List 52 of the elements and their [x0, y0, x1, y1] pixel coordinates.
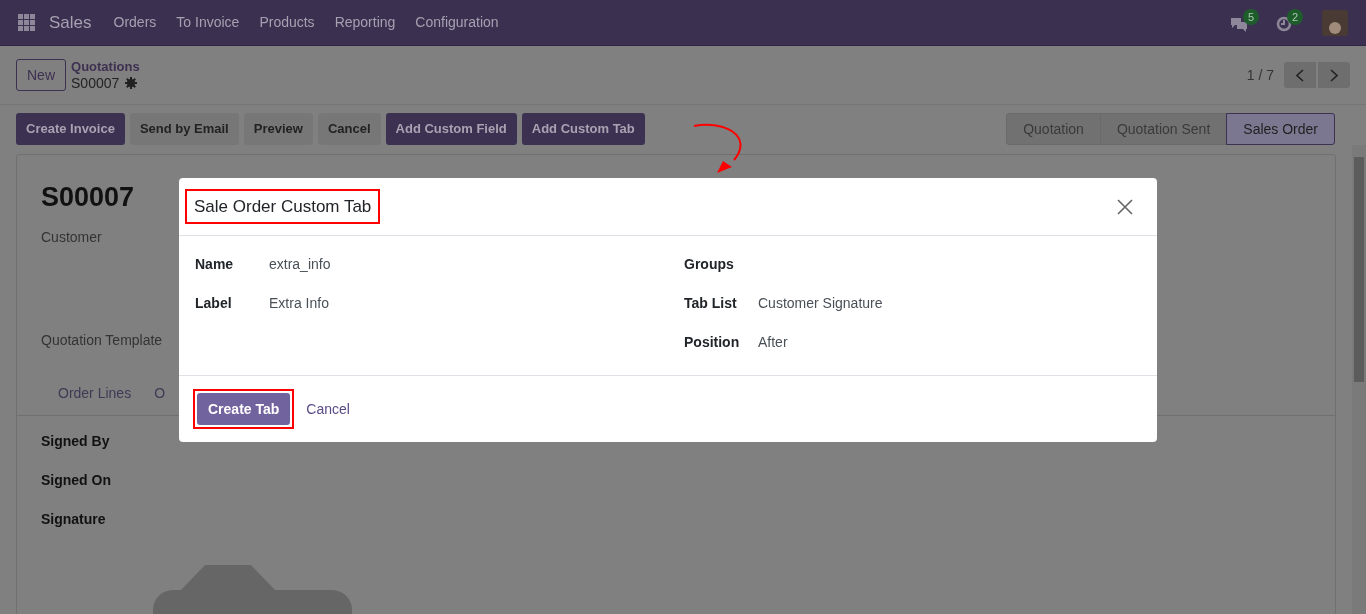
- menu-item[interactable]: Reporting: [334, 12, 396, 33]
- create-tab-button[interactable]: Create Tab: [197, 393, 291, 425]
- field-label: Label: [195, 294, 233, 313]
- field-value[interactable]: Extra Info: [269, 293, 329, 314]
- status-step[interactable]: Sales Order: [1226, 113, 1335, 145]
- field-label: Quotation Template: [41, 331, 163, 350]
- menu-item[interactable]: To Invoice: [176, 12, 240, 33]
- action-button[interactable]: Cancel: [317, 113, 381, 145]
- field-label: Name: [195, 255, 235, 274]
- dialog-title: Sale Order Custom Tab: [194, 195, 372, 218]
- breadcrumb-link[interactable]: Quotations: [71, 59, 140, 75]
- field-label: Groups: [684, 255, 735, 274]
- field-value[interactable]: Customer Signature: [758, 293, 883, 314]
- action-button[interactable]: Add Custom Field: [385, 113, 517, 145]
- count-badge: 5: [1243, 8, 1260, 25]
- field-label: Signature: [41, 510, 106, 529]
- record-title: S00007: [41, 181, 135, 213]
- menu-item[interactable]: Orders: [113, 12, 157, 33]
- menu-item[interactable]: Configuration: [415, 12, 499, 33]
- cancel-button[interactable]: Cancel: [304, 393, 352, 425]
- chevron-left-icon: [1296, 68, 1304, 82]
- field-label: Customer: [41, 228, 102, 247]
- chevron-right-icon: [1330, 68, 1338, 82]
- scrollbar[interactable]: [1352, 145, 1366, 614]
- form-tab[interactable]: Order Lines: [35, 383, 155, 407]
- previous-button[interactable]: [1284, 62, 1316, 88]
- pager-value: 1 / 7: [1246, 65, 1274, 85]
- record-name: S00007: [71, 75, 120, 91]
- activities-button[interactable]: 2: [1276, 10, 1306, 35]
- settings-icon[interactable]: [125, 77, 138, 89]
- action-button[interactable]: Preview: [243, 113, 313, 145]
- count-badge: 2: [1287, 8, 1304, 25]
- field-label: Signed By: [41, 432, 110, 451]
- messages-button[interactable]: 5: [1230, 10, 1260, 35]
- action-button[interactable]: Create Invoice: [16, 113, 125, 145]
- app-grid-icon[interactable]: [18, 14, 35, 31]
- new-button[interactable]: New: [16, 59, 66, 91]
- clock-icon: [1276, 15, 1292, 32]
- field-value[interactable]: extra_info: [269, 254, 331, 275]
- form-tab[interactable]: O: [154, 383, 167, 407]
- close-icon: [1117, 198, 1133, 215]
- field-label: Position: [684, 333, 741, 352]
- user-avatar[interactable]: [1322, 9, 1348, 36]
- field-value[interactable]: After: [758, 332, 788, 353]
- app-name[interactable]: Sales: [49, 9, 92, 36]
- field-label: Tab List: [684, 294, 738, 313]
- next-button[interactable]: [1318, 62, 1350, 88]
- menu-item[interactable]: Products: [259, 12, 315, 33]
- field-label: Signed On: [41, 471, 111, 490]
- action-button[interactable]: Send by Email: [129, 113, 239, 145]
- action-button[interactable]: Add Custom Tab: [521, 113, 645, 145]
- chat-icon: [1230, 15, 1248, 32]
